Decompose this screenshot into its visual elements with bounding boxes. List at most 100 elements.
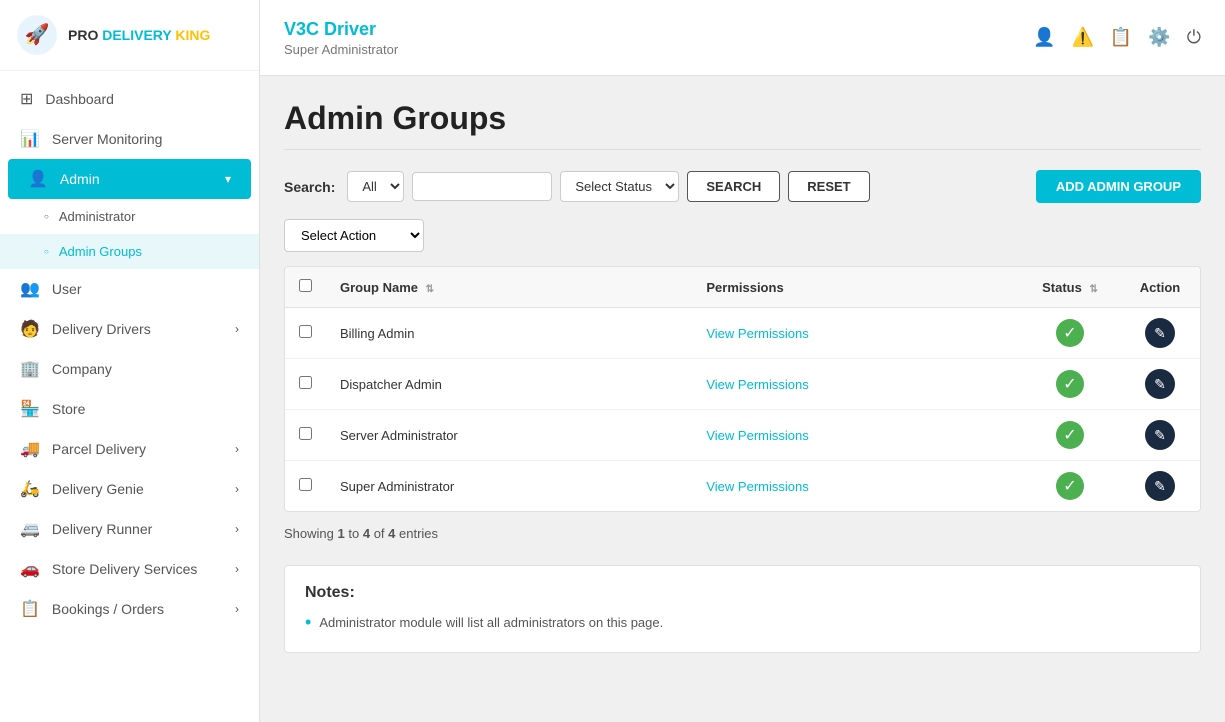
select-all-checkbox[interactable]: [299, 279, 312, 292]
sort-icon[interactable]: ⇅: [426, 284, 434, 295]
user-icon: 👥: [20, 279, 40, 299]
user-profile-icon[interactable]: 👤: [1033, 27, 1055, 48]
permissions-cell: View Permissions: [692, 359, 1020, 410]
status-label: Status: [1042, 280, 1082, 295]
status-active-indicator: ✓: [1055, 471, 1085, 501]
sidebar-item-server-monitoring[interactable]: 📊 Server Monitoring: [0, 119, 259, 159]
sort-icon[interactable]: ⇅: [1089, 284, 1097, 295]
view-permissions-link[interactable]: View Permissions: [706, 377, 808, 392]
row-checkbox[interactable]: [299, 427, 312, 440]
sidebar-item-admin[interactable]: 👤 Admin ▾: [8, 159, 251, 199]
edit-button[interactable]: ✎: [1145, 369, 1175, 399]
store-icon: 🏪: [20, 399, 40, 419]
sidebar-item-user[interactable]: 👥 User: [0, 269, 259, 309]
bookings-icon: 📋: [20, 599, 40, 619]
search-label: Search:: [284, 179, 335, 195]
to-text: to: [348, 526, 362, 541]
view-permissions-link[interactable]: View Permissions: [706, 428, 808, 443]
alert-icon[interactable]: ⚠️: [1071, 27, 1093, 48]
notes-title: Notes:: [305, 584, 1180, 602]
power-icon[interactable]: ⏻: [1187, 27, 1201, 48]
add-admin-group-button[interactable]: ADD ADMIN GROUP: [1036, 170, 1201, 203]
sidebar-item-company[interactable]: 🏢 Company: [0, 349, 259, 389]
sidebar: 🚀 PRO DELIVERY KING ⊞ Dashboard 📊 Server…: [0, 0, 260, 722]
clipboard-icon[interactable]: 📋: [1110, 27, 1132, 48]
svg-text:🚀: 🚀: [25, 22, 50, 46]
sidebar-item-label: Server Monitoring: [52, 131, 239, 147]
sidebar-item-store-delivery-services[interactable]: 🚗 Store Delivery Services ›: [0, 549, 259, 589]
of-text: of: [374, 526, 385, 541]
company-icon: 🏢: [20, 359, 40, 379]
sidebar-item-admin-groups[interactable]: ○ Admin Groups: [0, 234, 259, 269]
sidebar-nav: ⊞ Dashboard 📊 Server Monitoring 👤 Admin …: [0, 71, 259, 637]
table-row: Server Administrator View Permissions ✓ …: [285, 410, 1200, 461]
circle-icon: ○: [44, 212, 49, 221]
search-input[interactable]: [412, 172, 552, 201]
sidebar-item-delivery-genie[interactable]: 🛵 Delivery Genie ›: [0, 469, 259, 509]
sidebar-item-label: Company: [52, 361, 239, 377]
dashboard-icon: ⊞: [20, 89, 33, 109]
header-icons: 👤 ⚠️ 📋 ⚙️ ⏻: [1033, 27, 1201, 48]
header-title: V3C Driver: [284, 19, 398, 40]
sidebar-item-label: Delivery Genie: [52, 481, 235, 497]
th-checkbox: [285, 267, 326, 308]
th-permissions: Permissions: [692, 267, 1020, 308]
th-group-name[interactable]: Group Name ⇅: [326, 267, 692, 308]
action-cell: ✎: [1120, 359, 1200, 410]
table-row: Dispatcher Admin View Permissions ✓ ✎: [285, 359, 1200, 410]
search-button[interactable]: SEARCH: [687, 171, 780, 202]
status-select[interactable]: Select Status Active Inactive: [560, 171, 679, 202]
sidebar-item-administrator[interactable]: ○ Administrator: [0, 199, 259, 234]
sidebar-item-store[interactable]: 🏪 Store: [0, 389, 259, 429]
chevron-right-icon: ›: [235, 482, 239, 496]
row-checkbox[interactable]: [299, 478, 312, 491]
view-permissions-link[interactable]: View Permissions: [706, 326, 808, 341]
row-checkbox-cell: [285, 461, 326, 512]
view-permissions-link[interactable]: View Permissions: [706, 479, 808, 494]
title-divider: [284, 149, 1201, 150]
chevron-right-icon: ›: [235, 442, 239, 456]
delivery-runner-icon: 🚐: [20, 519, 40, 539]
logo-icon: 🚀: [16, 14, 58, 56]
status-active-indicator: ✓: [1055, 369, 1085, 399]
row-checkbox[interactable]: [299, 376, 312, 389]
action-cell: ✎: [1120, 308, 1200, 359]
row-checkbox[interactable]: [299, 325, 312, 338]
action-cell: ✎: [1120, 410, 1200, 461]
table: Group Name ⇅ Permissions Status ⇅ Action: [285, 267, 1200, 511]
header-subtitle: Super Administrator: [284, 42, 398, 57]
chevron-right-icon: ›: [235, 562, 239, 576]
sidebar-item-parcel-delivery[interactable]: 🚚 Parcel Delivery ›: [0, 429, 259, 469]
pagination-from: 1: [338, 526, 345, 541]
reset-button[interactable]: RESET: [788, 171, 869, 202]
edit-button[interactable]: ✎: [1145, 471, 1175, 501]
table-row: Billing Admin View Permissions ✓ ✎: [285, 308, 1200, 359]
action-select-wrap: Select Action Delete Activate Deactivate: [284, 219, 1201, 252]
edit-button[interactable]: ✎: [1145, 318, 1175, 348]
permissions-cell: View Permissions: [692, 308, 1020, 359]
bulk-action-select[interactable]: Select Action Delete Activate Deactivate: [284, 219, 424, 252]
server-monitoring-icon: 📊: [20, 129, 40, 149]
sidebar-item-dashboard[interactable]: ⊞ Dashboard: [0, 79, 259, 119]
table-body: Billing Admin View Permissions ✓ ✎ Dispa…: [285, 308, 1200, 512]
permissions-label: Permissions: [706, 280, 783, 295]
gear-icon[interactable]: ⚙️: [1148, 27, 1170, 48]
status-active-indicator: ✓: [1055, 318, 1085, 348]
status-active-indicator: ✓: [1055, 420, 1085, 450]
sidebar-item-label: Bookings / Orders: [52, 601, 235, 617]
delivery-genie-icon: 🛵: [20, 479, 40, 499]
edit-button[interactable]: ✎: [1145, 420, 1175, 450]
showing-text: Showing: [284, 526, 334, 541]
th-status[interactable]: Status ⇅: [1020, 267, 1120, 308]
page-title: Admin Groups: [284, 100, 1201, 137]
sidebar-item-delivery-drivers[interactable]: 🧑 Delivery Drivers ›: [0, 309, 259, 349]
sidebar-item-label: Dashboard: [45, 91, 239, 107]
pagination-to: 4: [363, 526, 370, 541]
circle-icon: ○: [44, 247, 49, 256]
sidebar-item-bookings-orders[interactable]: 📋 Bookings / Orders ›: [0, 589, 259, 629]
row-checkbox-cell: [285, 410, 326, 461]
search-filter-select[interactable]: All: [347, 171, 404, 202]
status-cell: ✓: [1020, 308, 1120, 359]
sidebar-item-delivery-runner[interactable]: 🚐 Delivery Runner ›: [0, 509, 259, 549]
logo: 🚀 PRO DELIVERY KING: [0, 0, 259, 71]
